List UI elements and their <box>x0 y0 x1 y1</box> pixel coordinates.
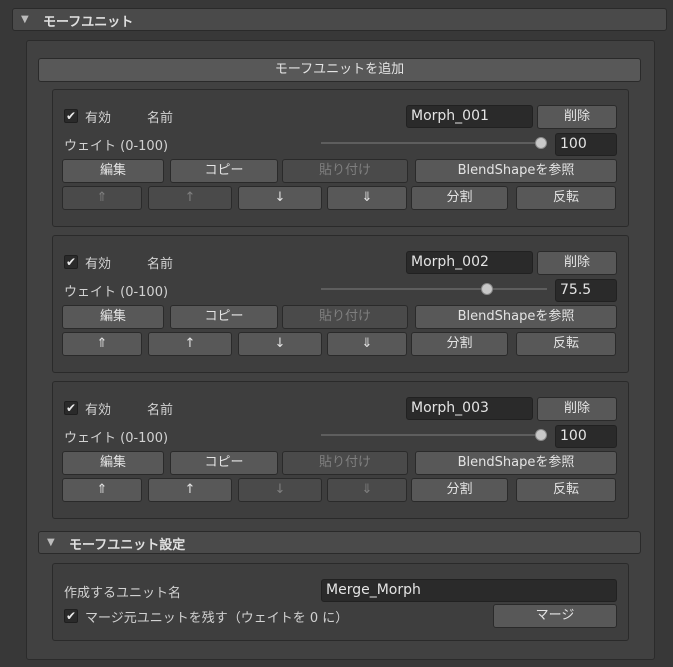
down-arrow-icon: ↓ <box>274 482 286 497</box>
name-label: 名前 <box>147 403 174 418</box>
name-label: 名前 <box>147 257 174 272</box>
move-up-button[interactable]: ↑ <box>148 478 232 502</box>
invert-button[interactable]: 反転 <box>516 186 616 210</box>
unit-name-field[interactable]: Morph_001 <box>406 105 533 128</box>
enabled-label: 有効 <box>85 403 112 418</box>
invert-button[interactable]: 反転 <box>516 332 616 356</box>
weight-value-field[interactable]: 100 <box>555 425 617 448</box>
settings-arrow-icon: ▼ <box>47 537 55 548</box>
unit-name-label: 作成するユニット名 <box>64 586 182 601</box>
blendshape-reference-button[interactable]: BlendShapeを参照 <box>415 305 617 329</box>
unit-name-field[interactable]: Morph_002 <box>406 251 533 274</box>
settings-foldout[interactable]: ▼ モーフユニット設定 <box>38 531 641 554</box>
copy-button[interactable]: コピー <box>170 305 278 329</box>
keep-source-label: マージ元ユニットを残す（ウェイトを 0 に） <box>85 611 349 626</box>
down-arrow-icon: ↓ <box>274 190 286 205</box>
double-up-arrow-icon: ⇑ <box>96 336 108 351</box>
copy-button[interactable]: コピー <box>170 451 278 475</box>
weight-label: ウェイト (0-100) <box>64 285 169 300</box>
weight-slider-track[interactable] <box>321 142 547 144</box>
move-bottom-button[interactable]: ⇓ <box>327 478 407 502</box>
weight-slider-track[interactable] <box>321 288 547 290</box>
weight-slider-track[interactable] <box>321 434 547 436</box>
paste-button[interactable]: 貼り付け <box>282 451 408 475</box>
settings-title: モーフユニット設定 <box>69 538 186 553</box>
up-arrow-icon: ↑ <box>184 190 196 205</box>
enabled-label: 有効 <box>85 257 112 272</box>
weight-label: ウェイト (0-100) <box>64 139 169 154</box>
blendshape-reference-button[interactable]: BlendShapeを参照 <box>415 451 617 475</box>
move-top-button[interactable]: ⇑ <box>62 332 142 356</box>
check-icon: ✔ <box>65 109 77 123</box>
foldout-title: モーフユニット <box>43 15 134 30</box>
enabled-checkbox[interactable]: ✔ <box>64 255 78 269</box>
weight-slider-thumb[interactable] <box>535 137 547 149</box>
move-down-button[interactable]: ↓ <box>238 332 322 356</box>
edit-button[interactable]: 編集 <box>62 305 164 329</box>
delete-button[interactable]: 削除 <box>537 105 617 129</box>
move-up-button[interactable]: ↑ <box>148 332 232 356</box>
move-up-button[interactable]: ↑ <box>148 186 232 210</box>
move-bottom-button[interactable]: ⇓ <box>327 186 407 210</box>
split-button[interactable]: 分割 <box>411 478 508 502</box>
double-down-arrow-icon: ⇓ <box>361 190 373 205</box>
enabled-checkbox[interactable]: ✔ <box>64 109 78 123</box>
double-down-arrow-icon: ⇓ <box>361 336 373 351</box>
double-up-arrow-icon: ⇑ <box>96 482 108 497</box>
check-icon: ✔ <box>65 401 77 415</box>
paste-button[interactable]: 貼り付け <box>282 305 408 329</box>
move-bottom-button[interactable]: ⇓ <box>327 332 407 356</box>
enabled-label: 有効 <box>85 111 112 126</box>
morph-unit-foldout[interactable]: ▼ モーフユニット <box>12 8 667 31</box>
edit-button[interactable]: 編集 <box>62 159 164 183</box>
add-morph-unit-button[interactable]: モーフユニットを追加 <box>38 58 641 82</box>
weight-slider-thumb[interactable] <box>535 429 547 441</box>
check-icon: ✔ <box>65 255 77 269</box>
split-button[interactable]: 分割 <box>411 332 508 356</box>
enabled-checkbox[interactable]: ✔ <box>64 401 78 415</box>
name-label: 名前 <box>147 111 174 126</box>
weight-value-field[interactable]: 100 <box>555 133 617 156</box>
paste-button[interactable]: 貼り付け <box>282 159 408 183</box>
weight-label: ウェイト (0-100) <box>64 431 169 446</box>
move-down-button[interactable]: ↓ <box>238 186 322 210</box>
invert-button[interactable]: 反転 <box>516 478 616 502</box>
up-arrow-icon: ↑ <box>184 336 196 351</box>
weight-value-field[interactable]: 75.5 <box>555 279 617 302</box>
unit-name-field[interactable]: Merge_Morph <box>321 579 617 602</box>
double-down-arrow-icon: ⇓ <box>361 482 373 497</box>
move-top-button[interactable]: ⇑ <box>62 478 142 502</box>
double-up-arrow-icon: ⇑ <box>96 190 108 205</box>
unit-name-field[interactable]: Morph_003 <box>406 397 533 420</box>
check-icon: ✔ <box>65 609 77 623</box>
settings-box <box>52 563 629 641</box>
keep-source-checkbox[interactable]: ✔ <box>64 609 78 623</box>
move-down-button[interactable]: ↓ <box>238 478 322 502</box>
weight-slider-thumb[interactable] <box>481 283 493 295</box>
delete-button[interactable]: 削除 <box>537 397 617 421</box>
move-top-button[interactable]: ⇑ <box>62 186 142 210</box>
edit-button[interactable]: 編集 <box>62 451 164 475</box>
delete-button[interactable]: 削除 <box>537 251 617 275</box>
blendshape-reference-button[interactable]: BlendShapeを参照 <box>415 159 617 183</box>
up-arrow-icon: ↑ <box>184 482 196 497</box>
split-button[interactable]: 分割 <box>411 186 508 210</box>
down-arrow-icon: ↓ <box>274 336 286 351</box>
foldout-arrow-icon: ▼ <box>21 14 29 25</box>
merge-button[interactable]: マージ <box>493 604 617 628</box>
copy-button[interactable]: コピー <box>170 159 278 183</box>
